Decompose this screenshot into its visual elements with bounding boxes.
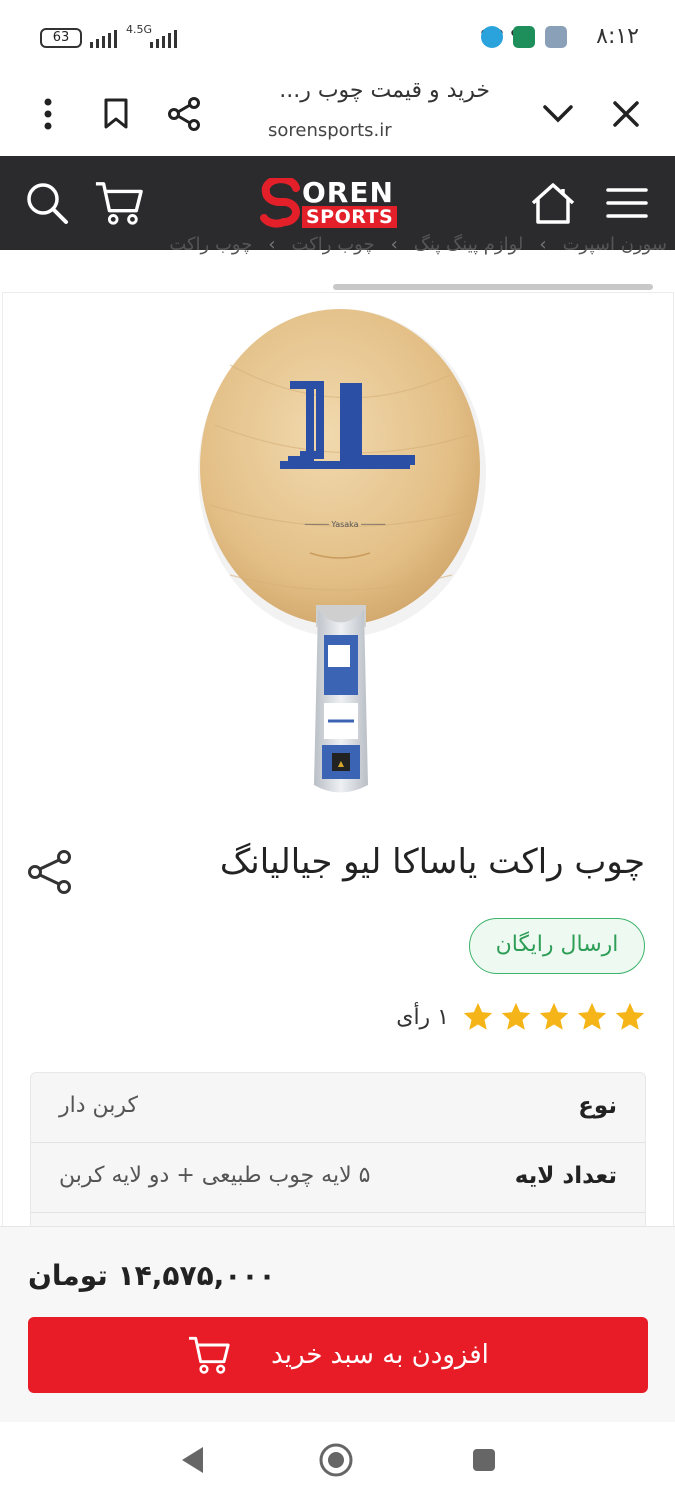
spec-row: تعداد لایه ۵ لایه چوب طبیعی + دو لایه کر… — [31, 1143, 645, 1213]
status-bar: 63 4.5G ••• ۸:۱۲ — [0, 0, 675, 72]
site-logo[interactable]: OREN SPORTS — [258, 176, 398, 230]
chevron-left-icon: › — [268, 234, 276, 255]
breadcrumb: سورن اسپرت › لوازم پینگ پنگ › چوب راکت › چوب ر… — [0, 234, 675, 264]
svg-text:───── Yasaka ─────: ───── Yasaka ───── — [304, 520, 386, 529]
share-icon[interactable] — [160, 90, 208, 138]
chevron-down-icon[interactable] — [534, 90, 582, 138]
free-shipping-badge: ارسال رایگان — [469, 918, 645, 974]
logo-s-icon — [260, 178, 300, 228]
logo-text-sports: SPORTS — [302, 206, 398, 228]
spec-key: تعداد لایه — [514, 1163, 617, 1189]
product-price: ۱۴,۵۷۵,۰۰۰ تومان — [28, 1259, 276, 1292]
star-icon — [615, 1002, 645, 1030]
rating-count: ۱ رأی — [396, 1004, 449, 1030]
add-to-cart-label: افزودن به سبد خرید — [271, 1340, 489, 1370]
spec-value: کربن دار — [59, 1093, 139, 1118]
star-icon — [463, 1002, 493, 1030]
spec-value: ۵ لایه چوب طبیعی + دو لایه کربن — [59, 1163, 371, 1188]
star-icon — [501, 1002, 531, 1030]
more-options-icon[interactable] — [24, 90, 72, 138]
close-icon[interactable] — [602, 90, 650, 138]
menu-icon[interactable] — [602, 178, 652, 228]
cart-icon[interactable] — [94, 178, 144, 228]
home-icon[interactable] — [528, 178, 578, 228]
bookmark-icon[interactable] — [92, 90, 140, 138]
rating[interactable]: ۱ رأی — [396, 1000, 647, 1034]
specs-table: نوع کربن دار تعداد لایه ۵ لایه چوب طبیعی… — [30, 1072, 646, 1232]
breadcrumb-item[interactable]: لوازم پینگ پنگ — [414, 234, 524, 255]
spec-key: نوع — [578, 1093, 617, 1119]
chevron-left-icon: › — [390, 234, 398, 255]
product-title: چوب راکت یاساکا لیو جیالیانگ — [219, 842, 645, 882]
star-icon — [539, 1002, 569, 1030]
breadcrumb-item[interactable]: سورن اسپرت — [563, 234, 667, 255]
app-icon — [545, 26, 567, 48]
recents-icon[interactable] — [466, 1442, 502, 1478]
search-icon[interactable] — [22, 178, 72, 228]
signal-icon — [90, 28, 117, 48]
signal-icon-2 — [150, 28, 177, 48]
shield-app-icon — [513, 26, 535, 48]
telegram-icon — [481, 26, 503, 48]
add-to-cart-button[interactable]: افزودن به سبد خرید — [28, 1317, 648, 1393]
share-icon[interactable] — [26, 848, 74, 896]
purchase-bar: ۱۴,۵۷۵,۰۰۰ تومان افزودن به سبد خرید — [0, 1226, 675, 1422]
home-button-icon[interactable] — [318, 1442, 354, 1478]
chevron-left-icon: › — [539, 234, 547, 255]
notification-icons — [481, 26, 567, 48]
clock: ۸:۱۲ — [596, 24, 639, 49]
svg-text:▲: ▲ — [338, 759, 345, 768]
logo-text-oren: OREN — [302, 176, 394, 209]
page-title[interactable]: خرید و قیمت چوب ر... — [240, 78, 490, 103]
spec-row: نوع کربن دار — [31, 1073, 645, 1143]
cart-icon — [189, 1336, 230, 1374]
browser-toolbar: خرید و قیمت چوب ر... sorensports.ir — [0, 72, 675, 156]
breadcrumb-item[interactable]: چوب راکت — [292, 234, 375, 255]
url-text[interactable]: sorensports.ir — [268, 120, 392, 141]
back-icon[interactable] — [174, 1442, 210, 1478]
network-type: 4.5G — [126, 23, 153, 36]
breadcrumb-scrollbar[interactable] — [333, 284, 653, 290]
star-icon — [577, 1002, 607, 1030]
product-image[interactable]: ───── Yasaka ───── ▲ — [190, 305, 500, 810]
battery-indicator: 63 — [40, 28, 82, 48]
breadcrumb-item[interactable]: چوب راکت — [169, 234, 252, 255]
system-nav-bar — [0, 1422, 675, 1500]
